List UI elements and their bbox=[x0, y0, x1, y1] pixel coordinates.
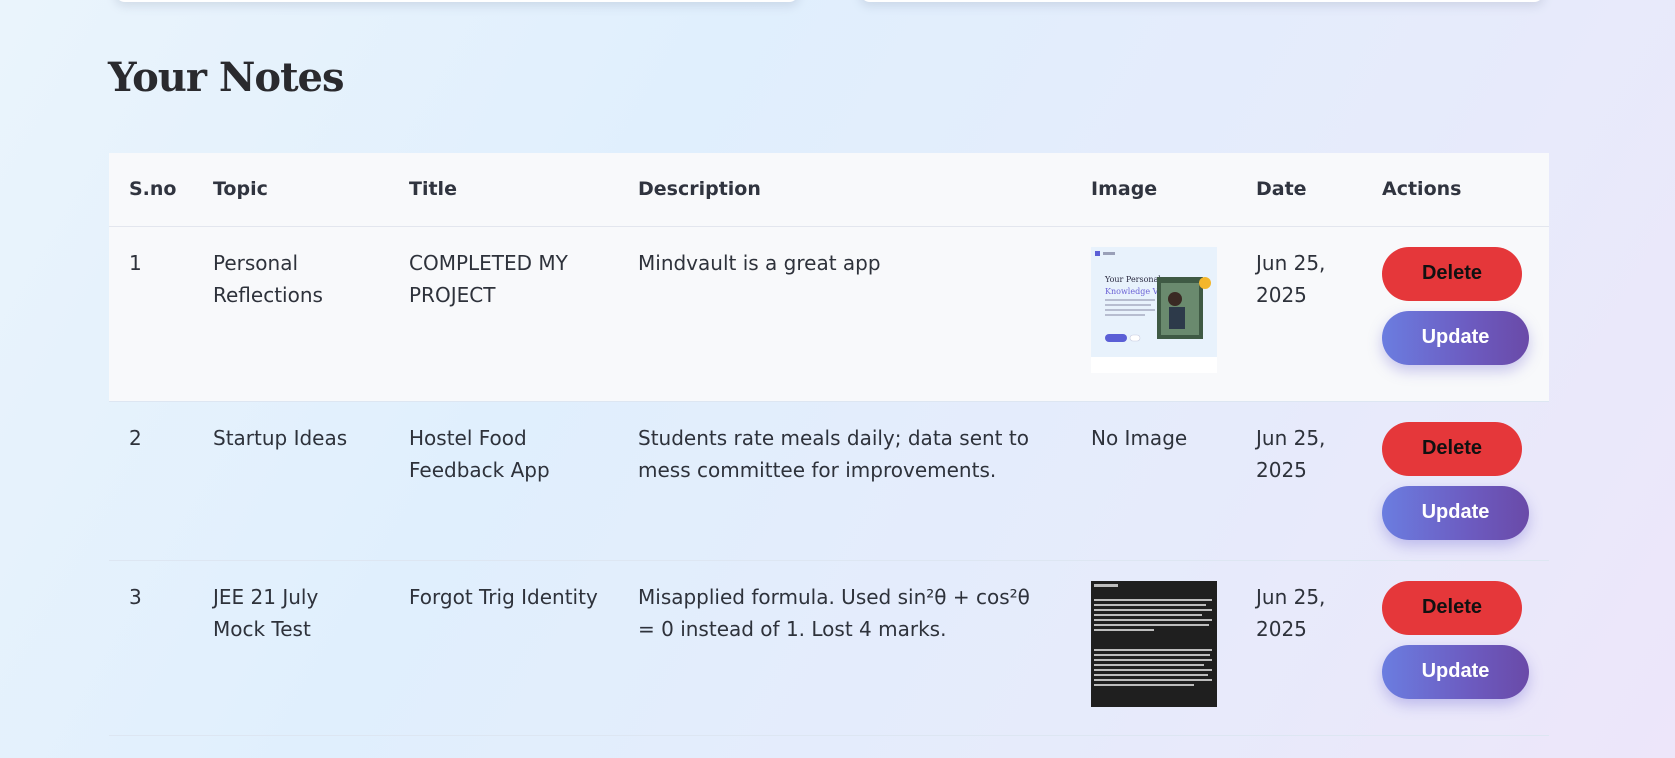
table-header-row: S.no Topic Title Description Image Date … bbox=[109, 153, 1549, 226]
top-card-right bbox=[860, 0, 1544, 2]
delete-button[interactable]: Delete bbox=[1382, 421, 1522, 476]
cell-date: Jun 25, 2025 bbox=[1256, 425, 1326, 482]
column-header-title: Title bbox=[409, 178, 457, 201]
row-actions: Delete Update bbox=[1382, 580, 1529, 699]
column-header-actions: Actions bbox=[1382, 178, 1462, 201]
note-image-thumbnail[interactable] bbox=[1091, 580, 1217, 707]
page-title: Your Notes bbox=[108, 54, 345, 101]
delete-button[interactable]: Delete bbox=[1382, 246, 1522, 301]
cell-sno: 2 bbox=[129, 425, 142, 450]
column-header-sno: S.no bbox=[129, 178, 177, 201]
row-actions: Delete Update bbox=[1382, 421, 1529, 540]
top-card-left bbox=[115, 0, 799, 2]
cell-date: Jun 25, 2025 bbox=[1256, 584, 1326, 641]
svg-text:Your Personal: Your Personal bbox=[1104, 275, 1161, 284]
row-actions: Delete Update bbox=[1382, 246, 1529, 365]
cell-image bbox=[1071, 560, 1236, 735]
cell-date: Jun 25, 2025 bbox=[1256, 250, 1326, 307]
cell-topic: JEE 21 July Mock Test bbox=[213, 584, 319, 641]
table-row: 1 Personal Reflections COMPLETED MY PROJ… bbox=[109, 226, 1549, 401]
cell-sno: 3 bbox=[129, 584, 142, 609]
table-row: 2 Startup Ideas Hostel Food Feedback App… bbox=[109, 401, 1549, 560]
column-header-topic: Topic bbox=[213, 178, 268, 201]
table-row: 3 JEE 21 July Mock Test Forgot Trig Iden… bbox=[109, 560, 1549, 735]
cell-image: No Image bbox=[1091, 425, 1188, 450]
cell-sno: 1 bbox=[129, 250, 142, 275]
column-header-image: Image bbox=[1091, 178, 1158, 201]
cell-actions: Delete Update bbox=[1362, 401, 1549, 560]
cell-title: COMPLETED MY PROJECT bbox=[409, 250, 568, 307]
cell-image: Your Personal Knowledge Vault bbox=[1071, 226, 1236, 401]
cell-description: Misapplied formula. Used sin²θ + cos²θ =… bbox=[638, 584, 1030, 641]
column-header-date: Date bbox=[1256, 178, 1307, 201]
cell-actions: Delete Update bbox=[1362, 226, 1549, 401]
note-image-thumbnail[interactable]: Your Personal Knowledge Vault bbox=[1091, 246, 1217, 373]
update-button[interactable]: Update bbox=[1382, 310, 1529, 365]
table-header: S.no Topic Title Description Image Date … bbox=[109, 153, 1549, 226]
column-header-description: Description bbox=[638, 178, 761, 201]
cell-topic: Startup Ideas bbox=[213, 425, 348, 450]
cell-description: Students rate meals daily; data sent to … bbox=[638, 425, 1029, 482]
delete-button[interactable]: Delete bbox=[1382, 580, 1522, 635]
update-button[interactable]: Update bbox=[1382, 485, 1529, 540]
cell-description: Mindvault is a great app bbox=[638, 250, 881, 275]
cell-title: Forgot Trig Identity bbox=[409, 584, 598, 609]
cell-topic: Personal Reflections bbox=[213, 250, 323, 307]
notes-table: S.no Topic Title Description Image Date … bbox=[109, 153, 1549, 736]
cell-actions: Delete Update bbox=[1362, 560, 1549, 735]
cell-title: Hostel Food Feedback App bbox=[409, 425, 550, 482]
update-button[interactable]: Update bbox=[1382, 644, 1529, 699]
